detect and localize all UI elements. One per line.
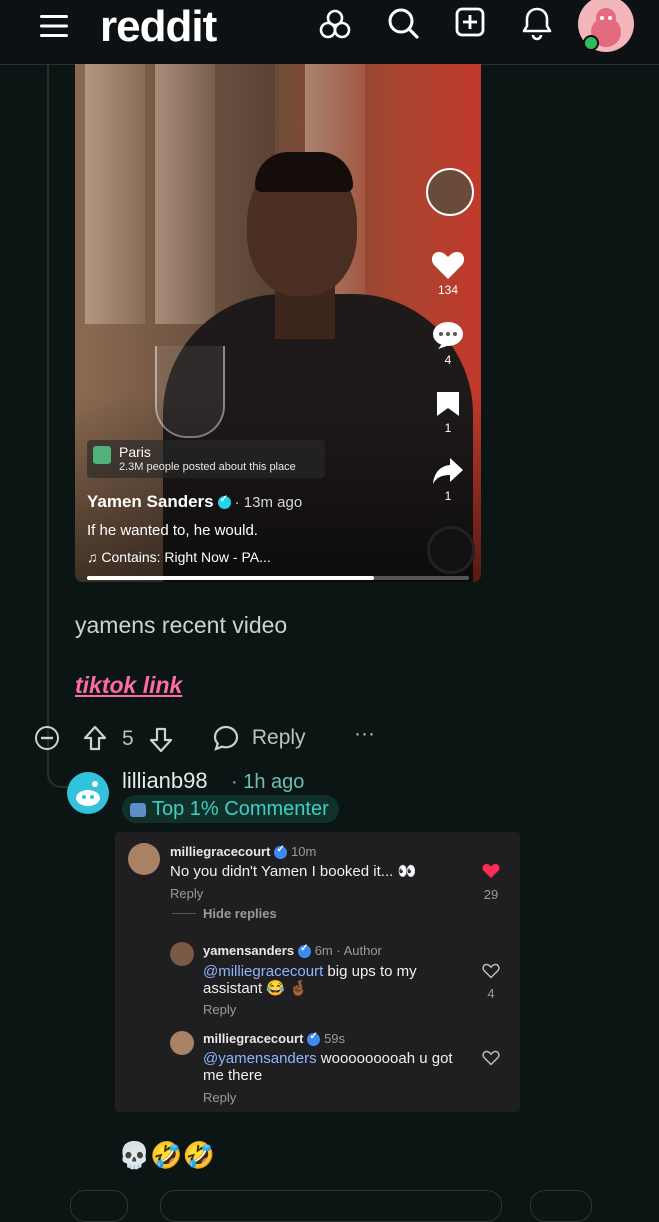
heart-outline-icon [482, 1050, 500, 1066]
video-author-name: Yamen Sanders [87, 492, 214, 511]
music-note-icon: ♫ [87, 549, 102, 565]
comment-emoji-text: 💀🤣🤣 [118, 1140, 216, 1170]
share-button[interactable]: 1 [428, 456, 468, 503]
tiktok-reply-time: 6m · Author [314, 943, 382, 958]
tiktok-reply-header: milliegracecourt 59s [203, 1031, 346, 1047]
commenter-avatar[interactable] [67, 772, 109, 814]
comment-time: · 1h ago [231, 771, 305, 793]
location-subtitle: 2.3M people posted about this place [119, 461, 296, 473]
top-navigation-bar: reddit [0, 0, 659, 65]
bottom-action-pill[interactable] [530, 1190, 592, 1222]
video-author[interactable]: Yamen Sanders · 13m ago [87, 492, 302, 512]
comment-image-tiktok-replies[interactable]: milliegracecourt 10m No you didn't Yamen… [115, 832, 520, 1112]
commenter-username[interactable]: lillianb98 [122, 768, 208, 794]
online-status-dot [583, 35, 599, 51]
tiktok-reply-time: 59s [324, 1031, 346, 1046]
hide-replies-link: Hide replies [203, 906, 277, 921]
reply-button[interactable]: Reply [212, 724, 306, 752]
post-image-tiktok-video[interactable]: 134 4 1 1 Paris 2.3M people posted about… [75, 64, 481, 582]
like-count: 134 [437, 283, 459, 297]
reddit-logo[interactable]: reddit [100, 2, 217, 52]
commenter-badge-icon [130, 802, 146, 817]
tiktok-reply-avatar [170, 942, 194, 966]
badge-label: Top 1% Commenter [152, 798, 329, 820]
video-progress-fill [87, 576, 374, 580]
menu-icon[interactable] [38, 12, 70, 40]
curtain [155, 64, 215, 324]
tiktok-reply-link: Reply [203, 1002, 237, 1017]
reply-label: Reply [251, 726, 306, 749]
verified-badge-icon [298, 943, 312, 959]
vote-count: 5 [122, 727, 134, 750]
thread-line [47, 64, 49, 764]
share-count: 1 [444, 489, 452, 503]
save-button[interactable]: 1 [428, 390, 468, 435]
communities-icon[interactable] [318, 7, 352, 41]
tiktok-comment-time: 10m [291, 844, 317, 859]
downvote-icon[interactable] [148, 726, 174, 754]
tiktok-commenter-avatar [128, 843, 160, 875]
curtain [85, 64, 145, 324]
search-icon[interactable] [386, 6, 420, 40]
tiktok-reply-text-line2: assistant 😂 🤞🏾 [203, 980, 308, 997]
tiktok-comment-text: No you didn't Yamen I booked it... 👀 [170, 863, 417, 880]
verified-badge-icon [307, 1031, 321, 1047]
comment-count: 4 [444, 353, 452, 367]
tiktok-reply-header: yamensanders 6m · Author [203, 943, 382, 959]
comment-bubble-icon [433, 322, 463, 349]
more-options-button[interactable]: ··· [354, 722, 375, 746]
video-time: · 13m ago [234, 494, 303, 511]
mention: @yamensanders [203, 1050, 317, 1067]
post-body-text: yamens recent video [75, 612, 288, 638]
tiktok-reply-text: @milliegracecourt big ups to my assistant… [203, 963, 417, 997]
tiktok-reply-user: milliegracecourt [203, 1031, 304, 1046]
collapse-thread-icon[interactable] [34, 725, 60, 751]
location-name: Paris [119, 444, 151, 460]
upvote-icon[interactable] [82, 724, 108, 752]
tiktok-reply-link: Reply [203, 1090, 237, 1105]
like-button[interactable]: 134 [428, 250, 468, 297]
hide-replies-divider [172, 913, 196, 914]
notifications-icon[interactable] [521, 5, 553, 41]
person-hair [255, 152, 353, 192]
bookmark-icon [437, 392, 459, 416]
bottom-action-pill[interactable] [160, 1190, 502, 1222]
comment-button[interactable]: 4 [428, 320, 468, 367]
comment-action-bar: 5 Reply ··· [34, 722, 394, 756]
verified-badge-icon [217, 494, 231, 510]
music-title: Contains: Right Now - PA... [101, 549, 271, 565]
heart-icon [431, 252, 465, 279]
tiktok-reply-text-line2: me there [203, 1067, 263, 1084]
music-disc-icon[interactable] [427, 526, 475, 574]
tiktok-like-count: 29 [483, 887, 499, 902]
tiktok-reply-link: Reply [170, 886, 204, 901]
tiktok-reply-avatar [170, 1031, 194, 1055]
tiktok-reply-text: @yamensanders wooooooooah u got me there [203, 1050, 453, 1084]
mention: @milliegracecourt [203, 963, 324, 980]
share-arrow-icon [433, 458, 463, 484]
top-commenter-badge: Top 1% Commenter [122, 795, 339, 823]
tiktok-link[interactable]: tiktok link [75, 672, 182, 699]
video-caption: If he wanted to, he would. [87, 522, 258, 539]
tiktok-reply-text-line1: big ups to my [323, 963, 417, 980]
verified-badge-icon [274, 844, 288, 860]
heart-outline-icon [482, 963, 500, 979]
tiktok-comment-header: milliegracecourt 10m [170, 844, 317, 860]
tiktok-like-count: 4 [487, 986, 495, 1001]
location-tag[interactable]: Paris 2.3M people posted about this plac… [87, 440, 325, 478]
save-count: 1 [444, 421, 452, 435]
tiktok-reply-user: yamensanders [203, 943, 295, 958]
video-music[interactable]: ♫ Contains: Right Now - PA... [87, 549, 271, 565]
create-post-icon[interactable] [454, 6, 486, 38]
bottom-action-pill[interactable] [70, 1190, 128, 1222]
heart-liked-icon [482, 864, 500, 878]
tiktok-reply-text-line1: wooooooooah u got [316, 1050, 453, 1067]
tiktok-comment-user: milliegracecourt [170, 844, 271, 859]
video-progress-bar[interactable] [87, 576, 469, 580]
location-pin-icon [93, 446, 111, 464]
creator-avatar[interactable] [426, 168, 474, 216]
reply-bubble-icon [213, 725, 239, 751]
